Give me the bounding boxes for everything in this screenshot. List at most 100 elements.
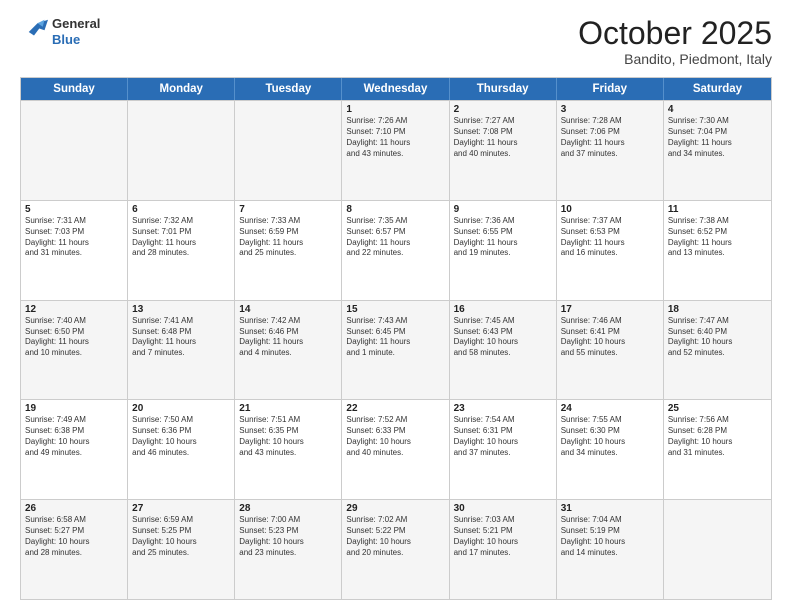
day-info: Sunrise: 7:26 AM Sunset: 7:10 PM Dayligh… <box>346 116 444 159</box>
day-number: 16 <box>454 304 552 315</box>
day-info: Sunrise: 7:45 AM Sunset: 6:43 PM Dayligh… <box>454 316 552 359</box>
day-number: 30 <box>454 503 552 514</box>
calendar-cell: 18Sunrise: 7:47 AM Sunset: 6:40 PM Dayli… <box>664 301 771 400</box>
calendar-cell: 16Sunrise: 7:45 AM Sunset: 6:43 PM Dayli… <box>450 301 557 400</box>
calendar-cell: 1Sunrise: 7:26 AM Sunset: 7:10 PM Daylig… <box>342 101 449 200</box>
day-info: Sunrise: 6:58 AM Sunset: 5:27 PM Dayligh… <box>25 515 123 558</box>
day-number: 18 <box>668 304 767 315</box>
calendar-cell: 13Sunrise: 7:41 AM Sunset: 6:48 PM Dayli… <box>128 301 235 400</box>
day-info: Sunrise: 7:55 AM Sunset: 6:30 PM Dayligh… <box>561 415 659 458</box>
calendar-cell: 23Sunrise: 7:54 AM Sunset: 6:31 PM Dayli… <box>450 400 557 499</box>
day-info: Sunrise: 7:50 AM Sunset: 6:36 PM Dayligh… <box>132 415 230 458</box>
day-number: 8 <box>346 204 444 215</box>
calendar-cell: 17Sunrise: 7:46 AM Sunset: 6:41 PM Dayli… <box>557 301 664 400</box>
calendar-cell: 31Sunrise: 7:04 AM Sunset: 5:19 PM Dayli… <box>557 500 664 599</box>
day-info: Sunrise: 7:00 AM Sunset: 5:23 PM Dayligh… <box>239 515 337 558</box>
day-number: 21 <box>239 403 337 414</box>
day-number: 6 <box>132 204 230 215</box>
day-info: Sunrise: 7:54 AM Sunset: 6:31 PM Dayligh… <box>454 415 552 458</box>
day-number: 11 <box>668 204 767 215</box>
weekday-header: Thursday <box>450 78 557 100</box>
weekday-header: Saturday <box>664 78 771 100</box>
day-number: 31 <box>561 503 659 514</box>
day-number: 15 <box>346 304 444 315</box>
calendar-row: 1Sunrise: 7:26 AM Sunset: 7:10 PM Daylig… <box>21 100 771 200</box>
month-title: October 2025 <box>578 16 772 51</box>
day-info: Sunrise: 7:28 AM Sunset: 7:06 PM Dayligh… <box>561 116 659 159</box>
day-info: Sunrise: 7:27 AM Sunset: 7:08 PM Dayligh… <box>454 116 552 159</box>
day-number: 26 <box>25 503 123 514</box>
day-number: 4 <box>668 104 767 115</box>
calendar-cell: 19Sunrise: 7:49 AM Sunset: 6:38 PM Dayli… <box>21 400 128 499</box>
calendar-cell: 24Sunrise: 7:55 AM Sunset: 6:30 PM Dayli… <box>557 400 664 499</box>
day-info: Sunrise: 7:38 AM Sunset: 6:52 PM Dayligh… <box>668 216 767 259</box>
calendar-body: 1Sunrise: 7:26 AM Sunset: 7:10 PM Daylig… <box>21 100 771 599</box>
day-number: 20 <box>132 403 230 414</box>
calendar-cell <box>664 500 771 599</box>
day-info: Sunrise: 7:36 AM Sunset: 6:55 PM Dayligh… <box>454 216 552 259</box>
calendar-cell: 2Sunrise: 7:27 AM Sunset: 7:08 PM Daylig… <box>450 101 557 200</box>
day-info: Sunrise: 7:37 AM Sunset: 6:53 PM Dayligh… <box>561 216 659 259</box>
calendar-cell: 15Sunrise: 7:43 AM Sunset: 6:45 PM Dayli… <box>342 301 449 400</box>
day-number: 5 <box>25 204 123 215</box>
calendar-cell <box>21 101 128 200</box>
calendar-cell: 26Sunrise: 6:58 AM Sunset: 5:27 PM Dayli… <box>21 500 128 599</box>
day-number: 29 <box>346 503 444 514</box>
calendar-cell: 22Sunrise: 7:52 AM Sunset: 6:33 PM Dayli… <box>342 400 449 499</box>
day-info: Sunrise: 6:59 AM Sunset: 5:25 PM Dayligh… <box>132 515 230 558</box>
day-number: 13 <box>132 304 230 315</box>
day-number: 25 <box>668 403 767 414</box>
day-info: Sunrise: 7:35 AM Sunset: 6:57 PM Dayligh… <box>346 216 444 259</box>
day-info: Sunrise: 7:47 AM Sunset: 6:40 PM Dayligh… <box>668 316 767 359</box>
calendar-row: 5Sunrise: 7:31 AM Sunset: 7:03 PM Daylig… <box>21 200 771 300</box>
day-number: 9 <box>454 204 552 215</box>
calendar-row: 26Sunrise: 6:58 AM Sunset: 5:27 PM Dayli… <box>21 499 771 599</box>
calendar-cell <box>235 101 342 200</box>
day-info: Sunrise: 7:03 AM Sunset: 5:21 PM Dayligh… <box>454 515 552 558</box>
day-number: 27 <box>132 503 230 514</box>
day-info: Sunrise: 7:52 AM Sunset: 6:33 PM Dayligh… <box>346 415 444 458</box>
calendar-cell: 27Sunrise: 6:59 AM Sunset: 5:25 PM Dayli… <box>128 500 235 599</box>
day-number: 2 <box>454 104 552 115</box>
day-info: Sunrise: 7:41 AM Sunset: 6:48 PM Dayligh… <box>132 316 230 359</box>
day-number: 10 <box>561 204 659 215</box>
day-number: 12 <box>25 304 123 315</box>
logo: General Blue <box>20 16 100 47</box>
calendar-cell: 7Sunrise: 7:33 AM Sunset: 6:59 PM Daylig… <box>235 201 342 300</box>
title-area: October 2025 Bandito, Piedmont, Italy <box>578 16 772 67</box>
day-number: 22 <box>346 403 444 414</box>
day-info: Sunrise: 7:43 AM Sunset: 6:45 PM Dayligh… <box>346 316 444 359</box>
calendar-row: 19Sunrise: 7:49 AM Sunset: 6:38 PM Dayli… <box>21 399 771 499</box>
weekday-header: Tuesday <box>235 78 342 100</box>
day-number: 19 <box>25 403 123 414</box>
day-info: Sunrise: 7:33 AM Sunset: 6:59 PM Dayligh… <box>239 216 337 259</box>
weekday-header: Friday <box>557 78 664 100</box>
calendar-cell: 14Sunrise: 7:42 AM Sunset: 6:46 PM Dayli… <box>235 301 342 400</box>
calendar: SundayMondayTuesdayWednesdayThursdayFrid… <box>20 77 772 600</box>
calendar-cell: 28Sunrise: 7:00 AM Sunset: 5:23 PM Dayli… <box>235 500 342 599</box>
calendar-cell: 12Sunrise: 7:40 AM Sunset: 6:50 PM Dayli… <box>21 301 128 400</box>
day-info: Sunrise: 7:49 AM Sunset: 6:38 PM Dayligh… <box>25 415 123 458</box>
day-info: Sunrise: 7:56 AM Sunset: 6:28 PM Dayligh… <box>668 415 767 458</box>
day-info: Sunrise: 7:46 AM Sunset: 6:41 PM Dayligh… <box>561 316 659 359</box>
calendar-header: SundayMondayTuesdayWednesdayThursdayFrid… <box>21 78 771 100</box>
day-info: Sunrise: 7:30 AM Sunset: 7:04 PM Dayligh… <box>668 116 767 159</box>
calendar-cell: 9Sunrise: 7:36 AM Sunset: 6:55 PM Daylig… <box>450 201 557 300</box>
day-info: Sunrise: 7:32 AM Sunset: 7:01 PM Dayligh… <box>132 216 230 259</box>
day-info: Sunrise: 7:51 AM Sunset: 6:35 PM Dayligh… <box>239 415 337 458</box>
logo-text: General Blue <box>52 16 100 47</box>
logo-icon <box>20 18 48 46</box>
location-subtitle: Bandito, Piedmont, Italy <box>578 51 772 67</box>
calendar-cell: 25Sunrise: 7:56 AM Sunset: 6:28 PM Dayli… <box>664 400 771 499</box>
calendar-cell: 20Sunrise: 7:50 AM Sunset: 6:36 PM Dayli… <box>128 400 235 499</box>
day-info: Sunrise: 7:31 AM Sunset: 7:03 PM Dayligh… <box>25 216 123 259</box>
calendar-cell: 8Sunrise: 7:35 AM Sunset: 6:57 PM Daylig… <box>342 201 449 300</box>
calendar-cell: 21Sunrise: 7:51 AM Sunset: 6:35 PM Dayli… <box>235 400 342 499</box>
day-info: Sunrise: 7:42 AM Sunset: 6:46 PM Dayligh… <box>239 316 337 359</box>
day-number: 28 <box>239 503 337 514</box>
day-info: Sunrise: 7:04 AM Sunset: 5:19 PM Dayligh… <box>561 515 659 558</box>
day-number: 14 <box>239 304 337 315</box>
page-header: General Blue October 2025 Bandito, Piedm… <box>20 16 772 67</box>
day-number: 1 <box>346 104 444 115</box>
weekday-header: Monday <box>128 78 235 100</box>
